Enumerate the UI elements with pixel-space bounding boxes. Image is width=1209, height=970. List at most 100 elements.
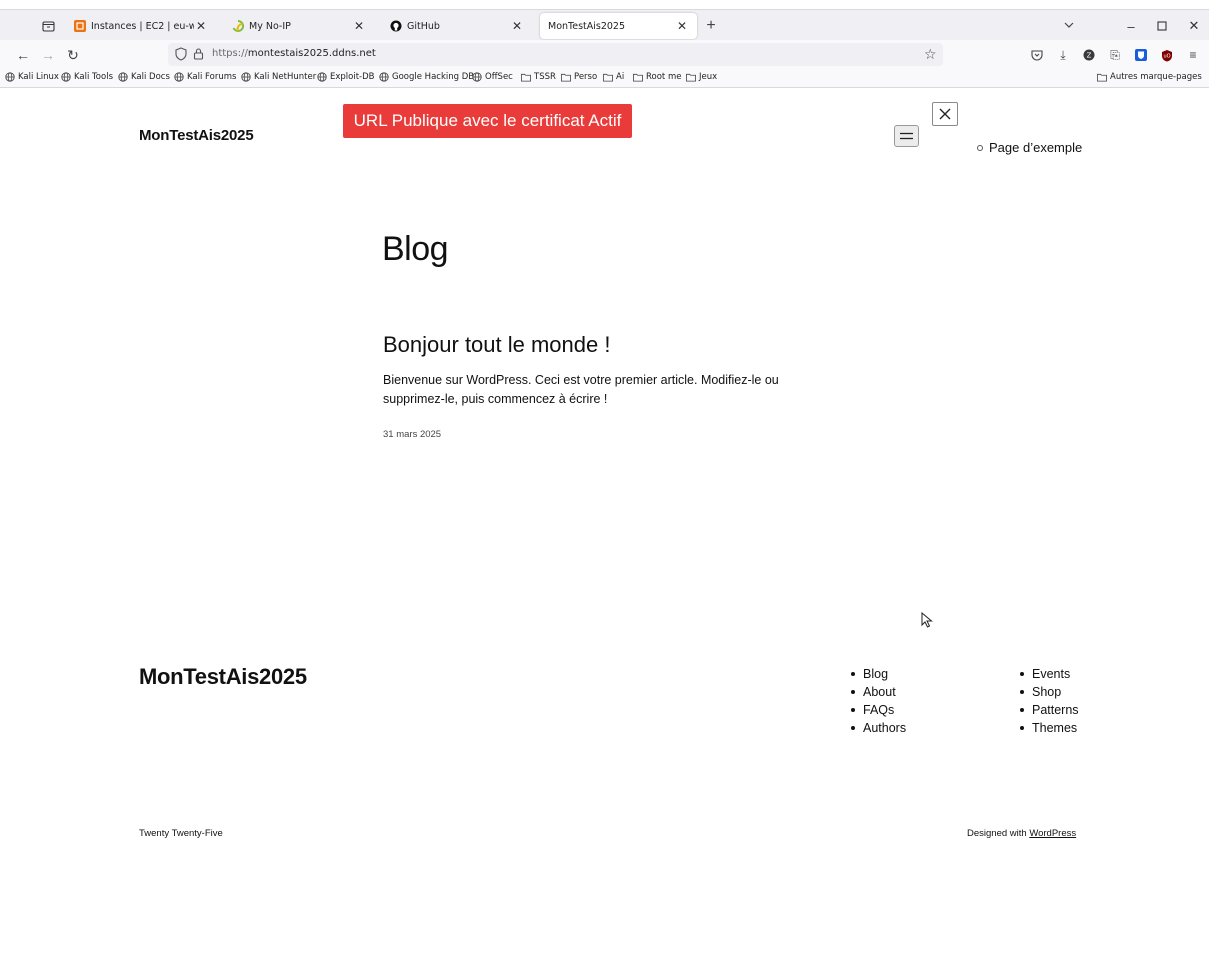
open-menu-button[interactable] xyxy=(894,125,919,147)
bookmark-folder-tssr[interactable]: TSSR xyxy=(521,72,556,82)
bookmark-kali-docs[interactable]: Kali Docs xyxy=(118,72,170,82)
svg-text:Z: Z xyxy=(1087,52,1092,60)
bookmark-label: Kali Linux xyxy=(18,72,59,82)
url-host: montestais2025.ddns.net xyxy=(247,48,376,59)
url-text[interactable]: https://montestais2025.ddns.net xyxy=(212,48,376,59)
bookmark-label: Exploit-DB xyxy=(330,72,375,82)
tab-close-icon[interactable]: ✕ xyxy=(194,19,208,33)
bookmarks-toolbar: Kali Linux Kali Tools Kali Docs Kali For… xyxy=(0,69,1209,88)
footer-site-title[interactable]: MonTestAis2025 xyxy=(139,664,307,690)
globe-icon xyxy=(472,72,482,82)
globe-icon xyxy=(5,72,15,82)
bookmark-label: OffSec xyxy=(485,72,513,82)
footer-link-faqs[interactable]: FAQs xyxy=(851,701,906,719)
url-scheme: https:// xyxy=(212,48,248,59)
tab-label: GitHub xyxy=(407,20,440,32)
nav-item-label: Page d’exemple xyxy=(989,140,1083,155)
footer-link-patterns[interactable]: Patterns xyxy=(1020,701,1079,719)
footer-nav-column-2: Events Shop Patterns Themes xyxy=(1020,665,1079,737)
bookmark-other-folder[interactable]: Autres marque-pages xyxy=(1097,72,1202,82)
bookmark-folder-jeux[interactable]: Jeux xyxy=(686,72,717,82)
close-menu-button[interactable] xyxy=(932,102,958,126)
footer-nav-column-1: Blog About FAQs Authors xyxy=(851,665,906,737)
footer-link-authors[interactable]: Authors xyxy=(851,719,906,737)
forward-button[interactable]: → xyxy=(39,46,57,64)
mouse-cursor-icon xyxy=(921,611,933,628)
bookmark-exploit-db[interactable]: Exploit-DB xyxy=(317,72,375,82)
minimize-button[interactable]: – xyxy=(1120,17,1142,35)
bookmark-label: TSSR xyxy=(534,72,556,82)
extensions-puzzle-icon[interactable]: ⎘ xyxy=(1106,46,1124,64)
reload-icon: ↻ xyxy=(67,46,79,63)
bookmark-folder-perso[interactable]: Perso xyxy=(561,72,597,82)
post-title-link[interactable]: Bonjour tout le monde ! xyxy=(383,332,610,358)
globe-icon xyxy=(379,72,389,82)
tab-close-icon[interactable]: ✕ xyxy=(510,19,524,33)
bookmark-kali-nethunter[interactable]: Kali NetHunter xyxy=(241,72,316,82)
chevron-down-icon xyxy=(1064,22,1074,28)
close-window-button[interactable]: ✕ xyxy=(1183,17,1205,35)
url-bar[interactable]: https://montestais2025.ddns.net ☆ xyxy=(168,43,943,66)
bookmark-kali-linux[interactable]: Kali Linux xyxy=(5,72,59,82)
hamburger-icon xyxy=(900,132,913,140)
ublock-origin-icon[interactable]: uO xyxy=(1158,46,1176,64)
bookmark-label: Kali Tools xyxy=(74,72,113,82)
shield-icon[interactable] xyxy=(175,47,187,66)
bookmark-label: Kali NetHunter xyxy=(254,72,317,82)
globe-icon xyxy=(317,72,327,82)
footer-link-events[interactable]: Events xyxy=(1020,665,1079,683)
aws-ec2-icon xyxy=(74,20,86,32)
pocket-icon[interactable] xyxy=(1028,46,1046,64)
bookmark-kali-forums[interactable]: Kali Forums xyxy=(174,72,236,82)
tab-manager-button[interactable] xyxy=(36,16,60,36)
nav-item-page-exemple[interactable]: Page d’exemple xyxy=(977,140,1082,155)
bookmark-google-hacking-db[interactable]: Google Hacking DB xyxy=(379,72,474,82)
folder-icon xyxy=(561,72,571,82)
footer-link-about[interactable]: About xyxy=(851,683,906,701)
bookmark-label: Jeux xyxy=(699,72,718,82)
tab-montestais2025[interactable]: MonTestAis2025 ✕ xyxy=(540,13,697,39)
globe-icon xyxy=(61,72,71,82)
list-all-tabs-button[interactable] xyxy=(1063,18,1081,34)
tab-ec2-instances[interactable]: Instances | EC2 | eu-west-3 ✕ xyxy=(66,13,216,39)
bookmark-folder-root-me[interactable]: Root me xyxy=(633,72,681,82)
post-date[interactable]: 31 mars 2025 xyxy=(383,429,441,440)
tab-manager-icon xyxy=(41,21,55,32)
folder-icon xyxy=(603,72,613,82)
footer-link-blog[interactable]: Blog xyxy=(851,665,906,683)
folder-icon xyxy=(1097,72,1107,82)
account-avatar-icon[interactable]: Z xyxy=(1080,46,1098,64)
back-button[interactable]: ← xyxy=(14,46,32,64)
bookmark-folder-ai[interactable]: Ai xyxy=(603,72,624,82)
download-icon[interactable]: ⤓ xyxy=(1054,46,1072,64)
bookmark-offsec[interactable]: OffSec xyxy=(472,72,513,82)
tab-close-icon[interactable]: ✕ xyxy=(675,19,689,33)
bookmark-label: Kali Forums xyxy=(187,72,237,82)
maximize-icon xyxy=(1157,21,1167,31)
folder-icon xyxy=(521,72,531,82)
footer-link-shop[interactable]: Shop xyxy=(1020,683,1079,701)
bookmark-label: Perso xyxy=(574,72,598,82)
footer-link-themes[interactable]: Themes xyxy=(1020,719,1079,737)
new-tab-button[interactable]: + xyxy=(702,16,720,36)
bitwarden-icon[interactable] xyxy=(1132,46,1150,64)
tab-close-icon[interactable]: ✕ xyxy=(352,19,366,33)
tab-my-noip[interactable]: My No-IP ✕ xyxy=(224,13,374,39)
wordpress-link[interactable]: WordPress xyxy=(1029,828,1076,839)
lock-icon[interactable] xyxy=(193,47,204,65)
reload-button[interactable]: ↻ xyxy=(64,46,82,64)
site-title-link[interactable]: MonTestAis2025 xyxy=(139,127,254,144)
menu-hamburger-icon[interactable]: ≡ xyxy=(1184,46,1202,64)
tab-bar: Instances | EC2 | eu-west-3 ✕ My No-IP ✕… xyxy=(0,9,1209,40)
arrow-right-icon: → xyxy=(41,47,55,63)
globe-icon xyxy=(174,72,184,82)
bookmark-label: Google Hacking DB xyxy=(392,72,475,82)
plus-icon: + xyxy=(706,17,716,34)
close-icon: ✕ xyxy=(1188,18,1200,33)
bookmark-kali-tools[interactable]: Kali Tools xyxy=(61,72,113,82)
bookmark-star-icon[interactable]: ☆ xyxy=(924,46,937,63)
folder-icon xyxy=(633,72,643,82)
tab-github[interactable]: GitHub ✕ xyxy=(382,13,532,39)
maximize-button[interactable] xyxy=(1151,17,1173,35)
tab-label: MonTestAis2025 xyxy=(548,20,626,32)
